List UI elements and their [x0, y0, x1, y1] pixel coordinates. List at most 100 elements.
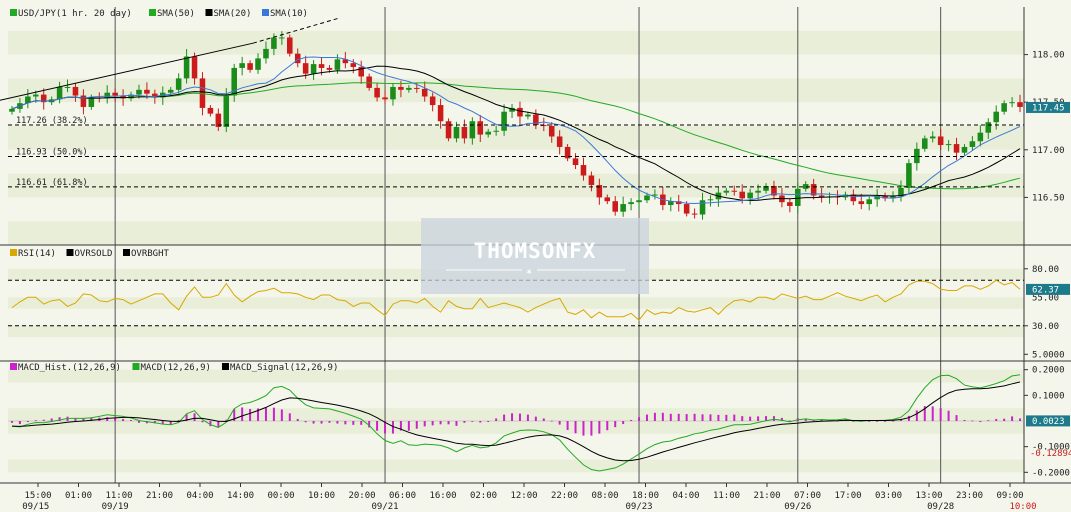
candle-body	[937, 136, 944, 146]
candle-body	[556, 136, 563, 147]
macd-hist-bar	[312, 421, 315, 424]
candle-body	[517, 107, 523, 117]
candle-body	[144, 89, 150, 94]
candle-body	[223, 95, 230, 127]
macd-hist-bar	[685, 414, 688, 421]
price-band	[8, 30, 1024, 55]
candle-body	[9, 108, 15, 112]
macd-hist-bar	[534, 416, 537, 421]
price-y-tick-label: 118.00	[1032, 51, 1065, 61]
macd-hist-bar	[947, 410, 950, 421]
macd-hist-bar	[606, 421, 609, 431]
candle-body	[374, 87, 380, 98]
macd-hist-bar	[892, 420, 895, 422]
rsi-band	[8, 297, 1024, 309]
macd-hist-bar	[661, 412, 664, 421]
candle-body	[929, 136, 936, 139]
macd-hist-bar	[876, 421, 879, 422]
candle-body	[906, 163, 912, 188]
macd-hist-bar	[955, 415, 958, 421]
x-tick-date: 09/15	[22, 502, 49, 512]
x-tick-label: 07:00	[794, 491, 821, 501]
candle-body	[255, 58, 261, 70]
candle-body	[263, 48, 269, 59]
candle-body	[302, 63, 309, 74]
fib-level-label: 116.93 (50.0%)	[16, 147, 88, 157]
candle-body	[985, 122, 992, 133]
candle-body	[548, 126, 555, 137]
candle-body	[239, 63, 245, 68]
candle-body	[1001, 103, 1007, 112]
candle-body	[977, 132, 984, 142]
x-tick-label: 23:00	[956, 491, 983, 501]
candle-body	[191, 56, 198, 79]
macd-hist-bar	[693, 413, 696, 421]
candle-body	[588, 175, 595, 186]
macd-hist-bar	[10, 421, 13, 423]
x-tick-label: 10:00	[308, 491, 335, 501]
price-legend-label: USD/JPY(1 hr. 20 day)	[18, 9, 132, 19]
candle-body	[112, 92, 118, 96]
candle-body	[620, 204, 626, 212]
price-band	[8, 78, 1024, 103]
macd-hist-bar	[915, 410, 918, 421]
x-tick-label: 18:00	[632, 491, 659, 501]
macd-hist-bar	[907, 415, 910, 421]
x-tick-date: 09/26	[784, 502, 811, 512]
macd-hist-bar	[741, 416, 744, 421]
macd-hist-bar	[479, 421, 482, 423]
macd-y-tick-label: 0.2000	[1032, 366, 1065, 376]
macd-hist-bar	[42, 419, 45, 421]
macd-hist-bar	[376, 421, 379, 431]
candle-body	[493, 130, 499, 132]
x-tick-label: 04:00	[672, 491, 699, 501]
macd-hist-bar	[614, 421, 617, 428]
candle-body	[858, 201, 865, 205]
x-tick-date: 09/19	[102, 502, 129, 512]
candle-body	[56, 86, 63, 100]
macd-hist-bar	[471, 421, 474, 422]
candle-body	[445, 121, 452, 139]
star-icon: ✶	[526, 265, 533, 278]
candle-body	[723, 190, 730, 193]
rsi-legend-swatch	[10, 249, 17, 256]
macd-hist-bar	[304, 421, 307, 423]
candle-body	[787, 202, 793, 206]
candle-body	[525, 114, 531, 117]
macd-hist-bar	[772, 416, 775, 421]
candle-body	[604, 197, 611, 202]
price-y-tick-label: 117.00	[1032, 146, 1065, 156]
price-legend-swatch	[149, 9, 156, 16]
candle-body	[64, 86, 71, 88]
macd-hist-bar	[249, 408, 252, 421]
macd-hist-bar	[106, 417, 109, 421]
watermark-text: THOMSONFX	[474, 239, 597, 263]
macd-hist-bar	[717, 414, 720, 421]
macd-hist-bar	[217, 421, 220, 427]
macd-hist-bar	[645, 414, 648, 421]
macd-hist-bar	[328, 421, 331, 423]
rsi-legend-label: OVRBGHT	[131, 249, 170, 259]
candle-body	[699, 200, 706, 215]
candle-body	[437, 105, 444, 122]
macd-hist-bar	[130, 419, 133, 421]
candle-body	[1017, 102, 1023, 107]
rsi-legend-swatch	[66, 249, 74, 256]
macd-hist-bar	[495, 418, 498, 421]
candle-body	[167, 89, 174, 93]
x-tick-label: 21:00	[753, 491, 780, 501]
macd-legend-label: MACD_Signal(12,26,9)	[230, 363, 338, 373]
macd-hist-bar	[463, 421, 466, 423]
macd-hist-bar	[18, 421, 21, 425]
macd-hist-bar	[423, 421, 426, 427]
candle-body	[279, 37, 285, 39]
candle-body	[453, 126, 460, 139]
macd-legend-label: MACD(12,26,9)	[141, 363, 211, 373]
candle-body	[652, 194, 658, 196]
price-legend-swatch	[262, 9, 269, 16]
candle-body	[287, 37, 293, 54]
candle-body	[795, 188, 801, 206]
macd-hist-bar	[622, 421, 625, 425]
macd-hist-bar	[1019, 418, 1022, 421]
candle-body	[207, 107, 214, 114]
